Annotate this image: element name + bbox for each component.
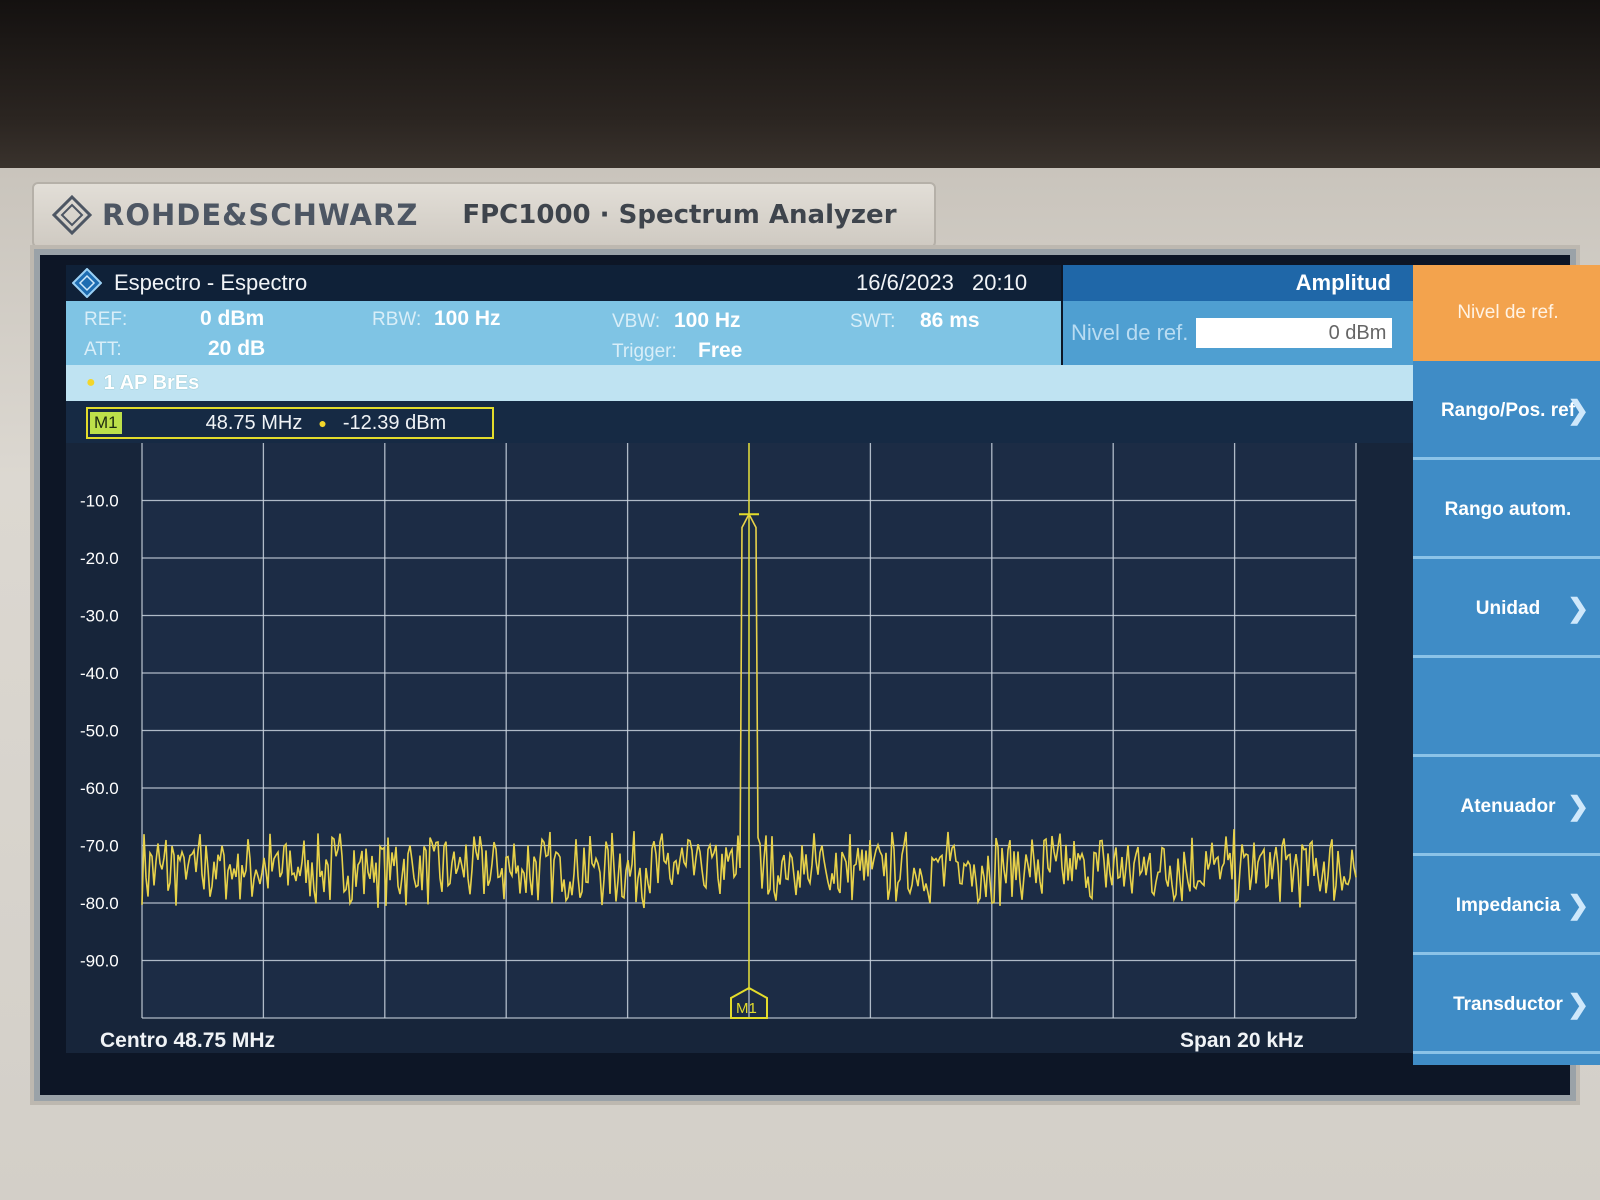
softkey-empty-4[interactable] (1413, 661, 1600, 757)
ref-level-field[interactable] (1196, 318, 1393, 348)
softkey-panel: Nivel de ref. Rango/Pos. ref ❯ Rango autom.… (1413, 265, 1600, 1065)
softkey-label: Unidad (1475, 597, 1541, 619)
swt-value[interactable]: 86 ms (920, 309, 980, 333)
y-tick-label: -80.0 (80, 894, 119, 913)
softkey-label: Rango/Pos. ref (1440, 399, 1576, 421)
marker-dot: ● (318, 415, 327, 431)
y-tick-label: -40.0 (80, 664, 119, 683)
y-tick-label: -20.0 (80, 549, 119, 568)
rbw-value[interactable]: 100 Hz (434, 307, 501, 331)
softkey-nivel-de-ref[interactable]: Nivel de ref. (1413, 265, 1600, 361)
instrument-bezel-top (0, 0, 1600, 170)
title-bar: Espectro - Espectro 16/6/2023 20:10 (66, 265, 1061, 301)
chevron-right-icon: ❯ (1567, 593, 1589, 623)
vbw-value[interactable]: 100 Hz (674, 309, 741, 333)
softkey-label: Rango autom. (1444, 498, 1572, 520)
marker-level: -12.39 dBm (342, 411, 447, 434)
brand-plate: ROHDE&SCHWARZ FPC1000 · Spectrum Analyze… (32, 182, 936, 248)
swt-label: SWT: (850, 311, 896, 332)
marker-table: M1 48.75 MHz ● -12.39 dBm (66, 401, 1413, 443)
softkey-label: Impedancia (1455, 894, 1561, 916)
softkey-atenuador[interactable]: Atenuador ❯ (1413, 760, 1600, 856)
span[interactable]: Span 20 kHz (1180, 1029, 1304, 1053)
y-tick-label: -60.0 (80, 779, 119, 798)
att-value[interactable]: 20 dB (208, 337, 265, 361)
marker-flag-label: M1 (736, 1000, 757, 1017)
y-tick-label: -10.0 (80, 492, 119, 511)
softkey-rango-pos-ref[interactable]: Rango/Pos. ref ❯ (1413, 364, 1600, 460)
softkey-label: Nivel de ref. (1457, 302, 1559, 323)
softkey-unidad[interactable]: Unidad ❯ (1413, 562, 1600, 658)
y-tick-label: -90.0 (80, 952, 119, 971)
softkey-rango-autom[interactable]: Rango autom. (1413, 463, 1600, 559)
trigger-value[interactable]: Free (698, 339, 742, 363)
marker-readout[interactable]: M1 48.75 MHz ● -12.39 dBm (86, 407, 494, 439)
time: 20:10 (972, 270, 1028, 295)
chevron-right-icon: ❯ (1567, 395, 1589, 425)
marker-frequency: 48.75 MHz (205, 411, 303, 434)
panel-header: Amplitud (1063, 265, 1413, 301)
softkey-label: Transductor (1453, 993, 1563, 1015)
center-frequency[interactable]: Centro 48.75 MHz (100, 1029, 275, 1053)
ref-level-entry: Nivel de ref. (1063, 301, 1413, 365)
ref-label: REF: (84, 309, 128, 330)
softkey-impedancia[interactable]: Impedancia ❯ (1413, 859, 1600, 955)
rs-logo-icon (52, 195, 92, 235)
spectrum-svg[interactable]: -10.0 -20.0 -30.0 -40.0 -50.0 -60.0 -70.0 -80.0… (66, 443, 1413, 1023)
date: 16/6/2023 (856, 270, 954, 295)
att-label: ATT: (84, 339, 122, 360)
trace-info: ● 1 AP BrEs (66, 365, 1413, 401)
softkey-label: Atenuador (1460, 795, 1556, 817)
chevron-right-icon: ❯ (1567, 890, 1589, 920)
ref-level-label: Nivel de ref. (1071, 320, 1189, 345)
chevron-right-icon: ❯ (1567, 791, 1589, 821)
trigger-label: Trigger: (612, 341, 677, 362)
softkey-transductor[interactable]: Transductor ❯ (1413, 958, 1600, 1054)
y-tick-label: -50.0 (80, 722, 119, 741)
chevron-right-icon: ❯ (1567, 989, 1589, 1019)
marker-tag: M1 (90, 412, 122, 434)
trace-color-dot: ● (86, 374, 96, 391)
analyzer-screen: Espectro - Espectro 16/6/2023 20:10 Ampl… (40, 255, 1600, 1095)
vbw-label: VBW: (612, 311, 661, 332)
ref-value[interactable]: 0 dBm (200, 307, 264, 331)
y-tick-label: -30.0 (80, 607, 119, 626)
model-name: FPC1000 · Spectrum Analyzer (462, 200, 897, 230)
rs-diamond-icon (72, 268, 102, 298)
spectrum-plot[interactable]: -10.0 -20.0 -30.0 -40.0 -50.0 -60.0 -70.0 -80.0… (66, 443, 1413, 1053)
measurement-params: REF: 0 dBm ATT: 20 dB RBW: 100 Hz VBW: 1… (66, 301, 1061, 365)
mode-title: Espectro - Espectro (114, 270, 308, 295)
trace-label[interactable]: 1 AP BrEs (104, 372, 200, 395)
y-tick-label: -70.0 (80, 837, 119, 856)
brand-name: ROHDE&SCHWARZ (102, 198, 419, 232)
rbw-label: RBW: (372, 309, 422, 330)
